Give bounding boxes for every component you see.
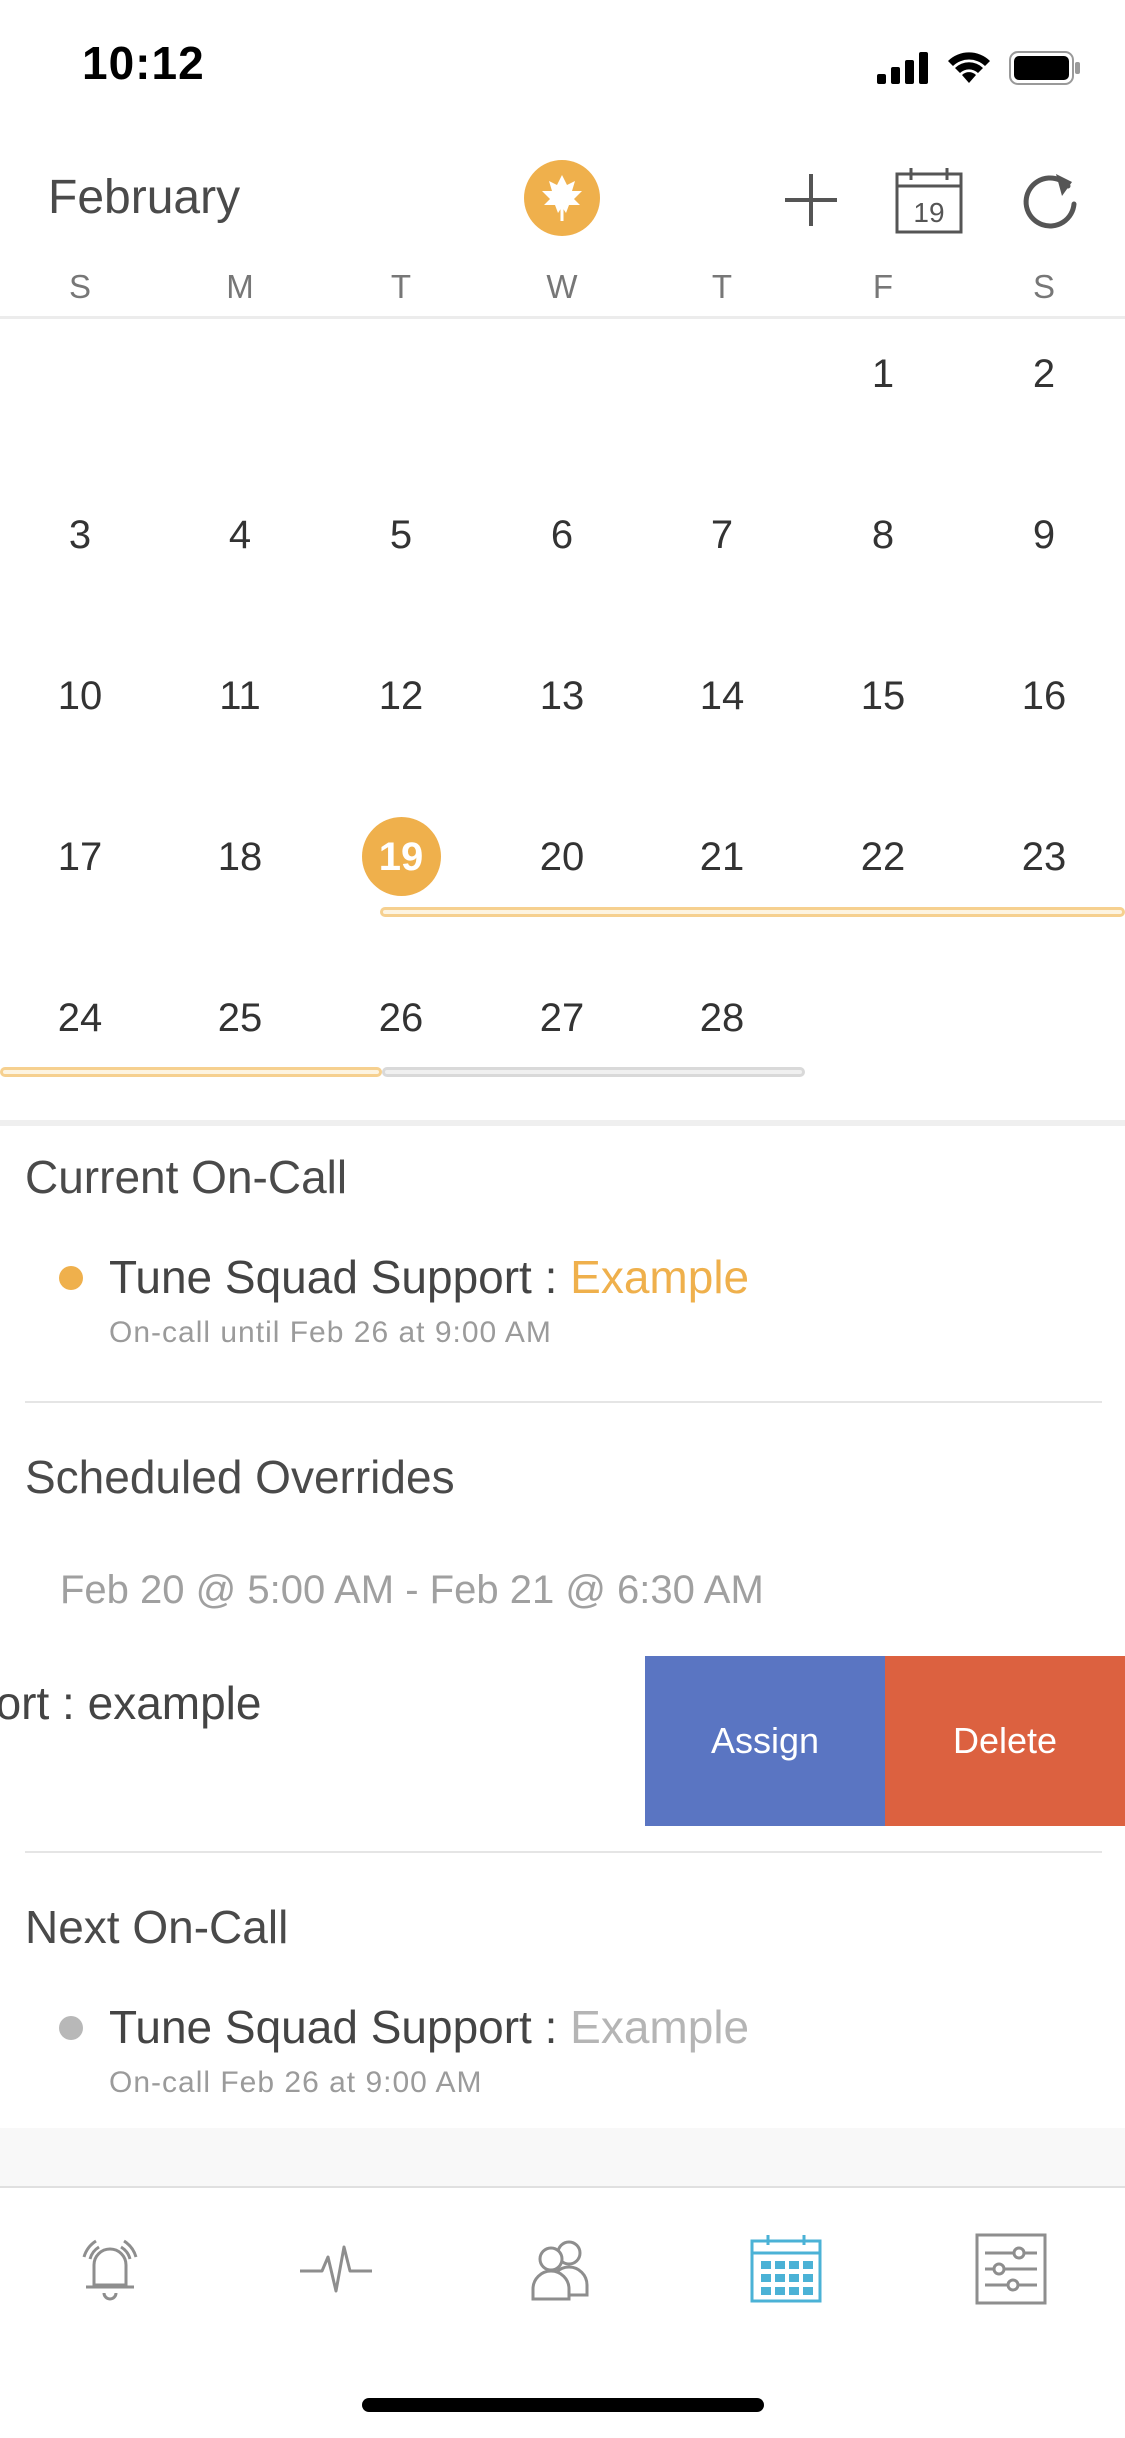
weekday-label: T bbox=[711, 268, 733, 305]
tab-activity[interactable] bbox=[286, 2224, 386, 2314]
override-time-range: Feb 20 @ 5:00 AM - Feb 21 @ 6:30 AM bbox=[60, 1568, 764, 1612]
home-indicator bbox=[362, 2398, 764, 2412]
calendar-grid-icon bbox=[750, 2235, 822, 2303]
calendar-day[interactable]: 21 bbox=[672, 827, 772, 887]
month-title: February bbox=[48, 171, 241, 224]
calendar-day[interactable]: 22 bbox=[833, 827, 933, 887]
section-separator bbox=[0, 1120, 1125, 1126]
today-number: 19 bbox=[913, 197, 944, 228]
delete-button[interactable]: Delete bbox=[885, 1656, 1125, 1826]
calendar-day[interactable]: 4 bbox=[190, 505, 290, 565]
refresh-button[interactable] bbox=[1010, 160, 1090, 240]
calendar-day[interactable]: 15 bbox=[833, 666, 933, 726]
weekday-label: S bbox=[1032, 268, 1055, 305]
calendar-day[interactable]: 18 bbox=[190, 827, 290, 887]
oncall-user[interactable]: Example bbox=[570, 1251, 749, 1303]
calendar-day[interactable]: 14 bbox=[672, 666, 772, 726]
divider bbox=[25, 1851, 1102, 1853]
current-oncall-title: Current On-Call bbox=[25, 1151, 348, 1203]
add-button[interactable] bbox=[771, 160, 851, 240]
battery-icon bbox=[1009, 51, 1080, 85]
next-oncall-range-bar bbox=[382, 1067, 805, 1077]
calendar-day[interactable]: 27 bbox=[512, 988, 612, 1048]
calendar-day[interactable]: 11 bbox=[190, 666, 290, 726]
plus-icon bbox=[785, 174, 837, 226]
calendar-day[interactable]: 8 bbox=[833, 505, 933, 565]
signal-icon bbox=[877, 52, 928, 84]
calendar-day[interactable]: 12 bbox=[351, 666, 451, 726]
refresh-icon bbox=[1023, 174, 1077, 229]
next-oncall-entry[interactable]: Tune Squad Support : Example bbox=[109, 2000, 749, 2054]
wifi-icon bbox=[948, 52, 990, 83]
oncall-detail: On-call Feb 26 at 9:00 AM bbox=[109, 2066, 483, 2099]
calendar-day[interactable]: 1 bbox=[833, 344, 933, 404]
oncall-detail: On-call until Feb 26 at 9:00 AM bbox=[109, 1316, 552, 1349]
weekday-header: S M T W T F S bbox=[0, 268, 1125, 312]
tab-people[interactable] bbox=[511, 2224, 611, 2314]
tab-settings[interactable] bbox=[961, 2224, 1061, 2314]
weekday-label: T bbox=[390, 268, 412, 305]
calendar-day[interactable]: 25 bbox=[190, 988, 290, 1048]
override-entry[interactable]: port : example bbox=[0, 1676, 261, 1730]
status-icons bbox=[877, 48, 1081, 88]
divider bbox=[0, 316, 1125, 319]
calendar-day[interactable]: 26 bbox=[351, 988, 451, 1048]
tab-alerts[interactable] bbox=[60, 2224, 160, 2314]
weekday-label: S bbox=[68, 268, 91, 305]
pulse-icon bbox=[300, 2245, 372, 2293]
oncall-range-bar bbox=[380, 907, 1125, 917]
status-time: 10:12 bbox=[82, 37, 205, 89]
calendar-day[interactable]: 2 bbox=[994, 344, 1094, 404]
status-dot bbox=[59, 1266, 83, 1290]
calendar-day[interactable]: 23 bbox=[994, 827, 1094, 887]
calendar-day[interactable]: 5 bbox=[351, 505, 451, 565]
calendar-today-icon: 19 bbox=[895, 168, 963, 234]
weekday-label: F bbox=[872, 268, 894, 305]
calendar-day[interactable]: 6 bbox=[512, 505, 612, 565]
schedule-name: Tune Squad Support : bbox=[109, 2001, 571, 2053]
oncall-range-bar bbox=[0, 1067, 382, 1077]
status-dot bbox=[59, 2016, 83, 2040]
calendar-day[interactable]: 24 bbox=[30, 988, 130, 1048]
calendar-day[interactable]: 16 bbox=[994, 666, 1094, 726]
divider bbox=[25, 1401, 1102, 1403]
bell-icon bbox=[82, 2239, 138, 2301]
tab-calendar[interactable] bbox=[736, 2224, 836, 2314]
calendar-day-selected[interactable]: 19 bbox=[351, 827, 451, 887]
calendar-day[interactable]: 10 bbox=[30, 666, 130, 726]
calendar-day[interactable]: 7 bbox=[672, 505, 772, 565]
calendar-day[interactable]: 13 bbox=[512, 666, 612, 726]
list-footer bbox=[0, 2128, 1125, 2186]
calendar-day[interactable]: 9 bbox=[994, 505, 1094, 565]
users-icon bbox=[531, 2240, 589, 2301]
sliders-icon bbox=[975, 2233, 1047, 2305]
oncall-user[interactable]: Example bbox=[570, 2001, 749, 2053]
assign-button[interactable]: Assign bbox=[645, 1656, 885, 1826]
schedule-name: Tune Squad Support : bbox=[109, 1251, 571, 1303]
leaf-icon[interactable] bbox=[524, 160, 600, 236]
overrides-title: Scheduled Overrides bbox=[25, 1451, 455, 1503]
today-button[interactable]: 19 bbox=[889, 160, 969, 240]
current-oncall-entry[interactable]: Tune Squad Support : Example bbox=[109, 1250, 749, 1304]
next-oncall-title: Next On-Call bbox=[25, 1901, 289, 1953]
calendar-day[interactable]: 28 bbox=[672, 988, 772, 1048]
calendar-day[interactable]: 3 bbox=[30, 505, 130, 565]
calendar-day[interactable]: 20 bbox=[512, 827, 612, 887]
calendar-day[interactable]: 17 bbox=[30, 827, 130, 887]
weekday-label: W bbox=[546, 268, 578, 305]
weekday-label: M bbox=[226, 268, 254, 305]
